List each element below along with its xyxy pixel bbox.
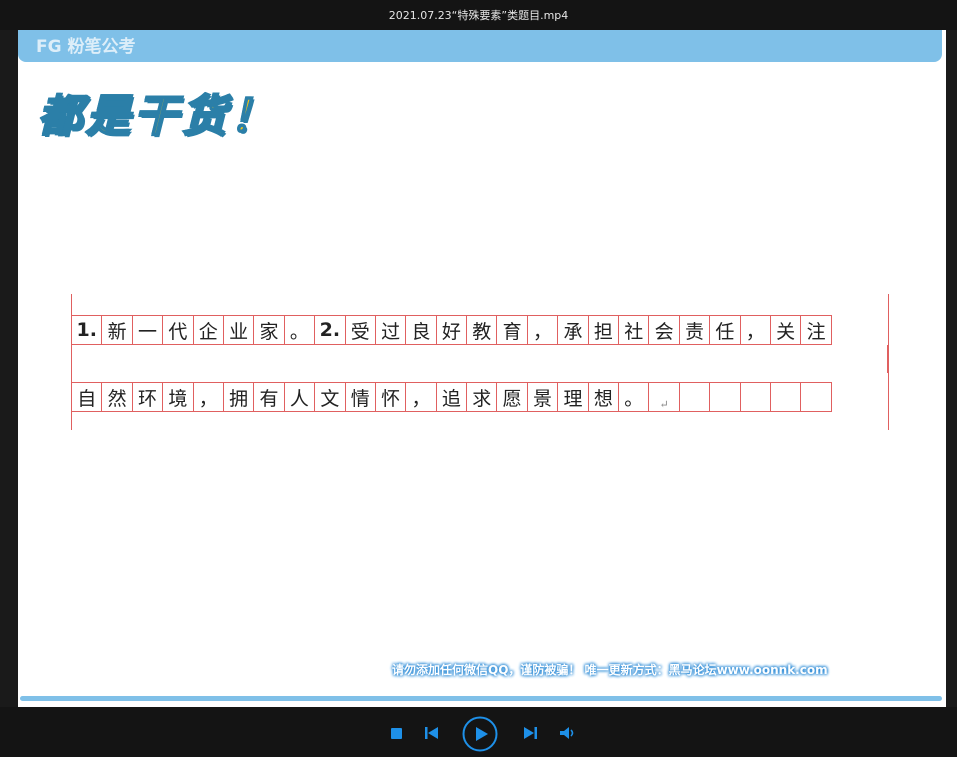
grid-cell: 会 (648, 315, 680, 345)
grid-cell: 教 (466, 315, 498, 345)
grid-cell: 愿 (496, 382, 528, 412)
grid-cell: 过 (374, 315, 407, 345)
window-title: 2021.07.23“特殊要素”类题目.mp4 (388, 9, 569, 22)
slide-tagline: 都是干货！ (37, 90, 278, 143)
grid-cell: 追 (435, 382, 468, 412)
grid-cell: 理 (557, 382, 589, 412)
grid-cell: 情 (344, 382, 376, 412)
grid-cell: 企 (192, 315, 224, 345)
grid-cell: ， (739, 315, 771, 345)
grid-cell: ， (192, 382, 224, 412)
grid-cell: 自 (71, 382, 103, 412)
grid-cell (678, 382, 711, 412)
grid-cell: 社 (618, 315, 650, 345)
grid-cell: 担 (587, 315, 620, 345)
grid-cell: 人 (283, 382, 316, 412)
grid-cell: 有 (253, 382, 285, 412)
volume-button[interactable] (559, 726, 577, 740)
previous-button[interactable] (424, 726, 440, 740)
writing-grid: 1. 新一代企业家。 2. 受过良好教育，承担社会责任，关注 自然环境，拥有人文情怀，… (56, 294, 898, 430)
grid-cell: 景 (526, 382, 559, 412)
grid-cell: 家 (253, 315, 285, 345)
grid-cell: 怀 (374, 382, 407, 412)
grid-cell: 然 (101, 382, 133, 412)
brand-logo: FG 粉笔公考 (36, 37, 136, 57)
grid-cell: 文 (314, 382, 346, 412)
grid-cell: 良 (405, 315, 437, 345)
slide-header-band: FG 粉笔公考 (18, 30, 942, 62)
grid-cell: 环 (131, 382, 164, 412)
grid-row-1: 1. 新一代企业家。 2. 受过良好教育，承担社会责任，关注 (71, 315, 888, 345)
grid-cell: 受 (344, 315, 376, 345)
grid-cell: 境 (162, 382, 194, 412)
grid-cell (739, 382, 771, 412)
volume-icon (560, 727, 574, 739)
grid-row-gap (71, 345, 888, 373)
grid-cell: 一 (131, 315, 164, 345)
grid-cell: 育 (496, 315, 528, 345)
grid-cell: 想 (587, 382, 620, 412)
grid-cell (709, 382, 741, 412)
grid-cell: 业 (222, 315, 255, 345)
grid-cell: ， (405, 382, 437, 412)
next-button[interactable] (522, 726, 538, 740)
grid-cell: 任 (709, 315, 741, 345)
window-title-bar: 2021.07.23“特殊要素”类题目.mp4 (0, 0, 957, 30)
grid-cell: 。 (283, 315, 316, 345)
grid-cell: 2. (314, 315, 346, 345)
watermark-text: 请勿添加任何微信QQ，谨防被骗！ 唯一更新方式：黑马论坛www.oonnk.co… (392, 663, 828, 677)
grid-cell: 好 (435, 315, 468, 345)
video-frame[interactable]: FG 粉笔公考 都是干货！ 1. 新一代企业家。 2. 受过良好教育，承担社会责任，关… (18, 30, 946, 707)
slide-bottom-bar (20, 696, 942, 701)
grid-row-2: 自然环境，拥有人文情怀，追求愿景理想。 ↵ (71, 382, 888, 412)
grid-cell: 求 (466, 382, 498, 412)
grid-cell: 注 (800, 315, 832, 345)
stop-icon (390, 727, 402, 739)
play-button[interactable] (462, 716, 498, 752)
grid-cell: 责 (678, 315, 711, 345)
grid-cell: 新 (101, 315, 133, 345)
grid-cell (769, 382, 802, 412)
slide: FG 粉笔公考 都是干货！ 1. 新一代企业家。 2. 受过良好教育，承担社会责任，关… (18, 30, 946, 707)
grid-cell: 承 (557, 315, 589, 345)
grid-cell: ， (526, 315, 559, 345)
grid-cell: 代 (162, 315, 194, 345)
grid-cell: 拥 (222, 382, 255, 412)
player-controls (0, 707, 957, 757)
grid-cell: 关 (769, 315, 802, 345)
skip-back-icon (425, 727, 438, 739)
grid-cell: 。 (618, 382, 650, 412)
grid-cell (800, 382, 832, 412)
play-icon (462, 716, 498, 752)
skip-forward-icon (524, 727, 537, 739)
grid-right-margin (888, 294, 889, 430)
grid-cell: 1. (71, 315, 103, 345)
grid-cell: ↵ (648, 382, 680, 412)
stop-button[interactable] (389, 726, 403, 740)
